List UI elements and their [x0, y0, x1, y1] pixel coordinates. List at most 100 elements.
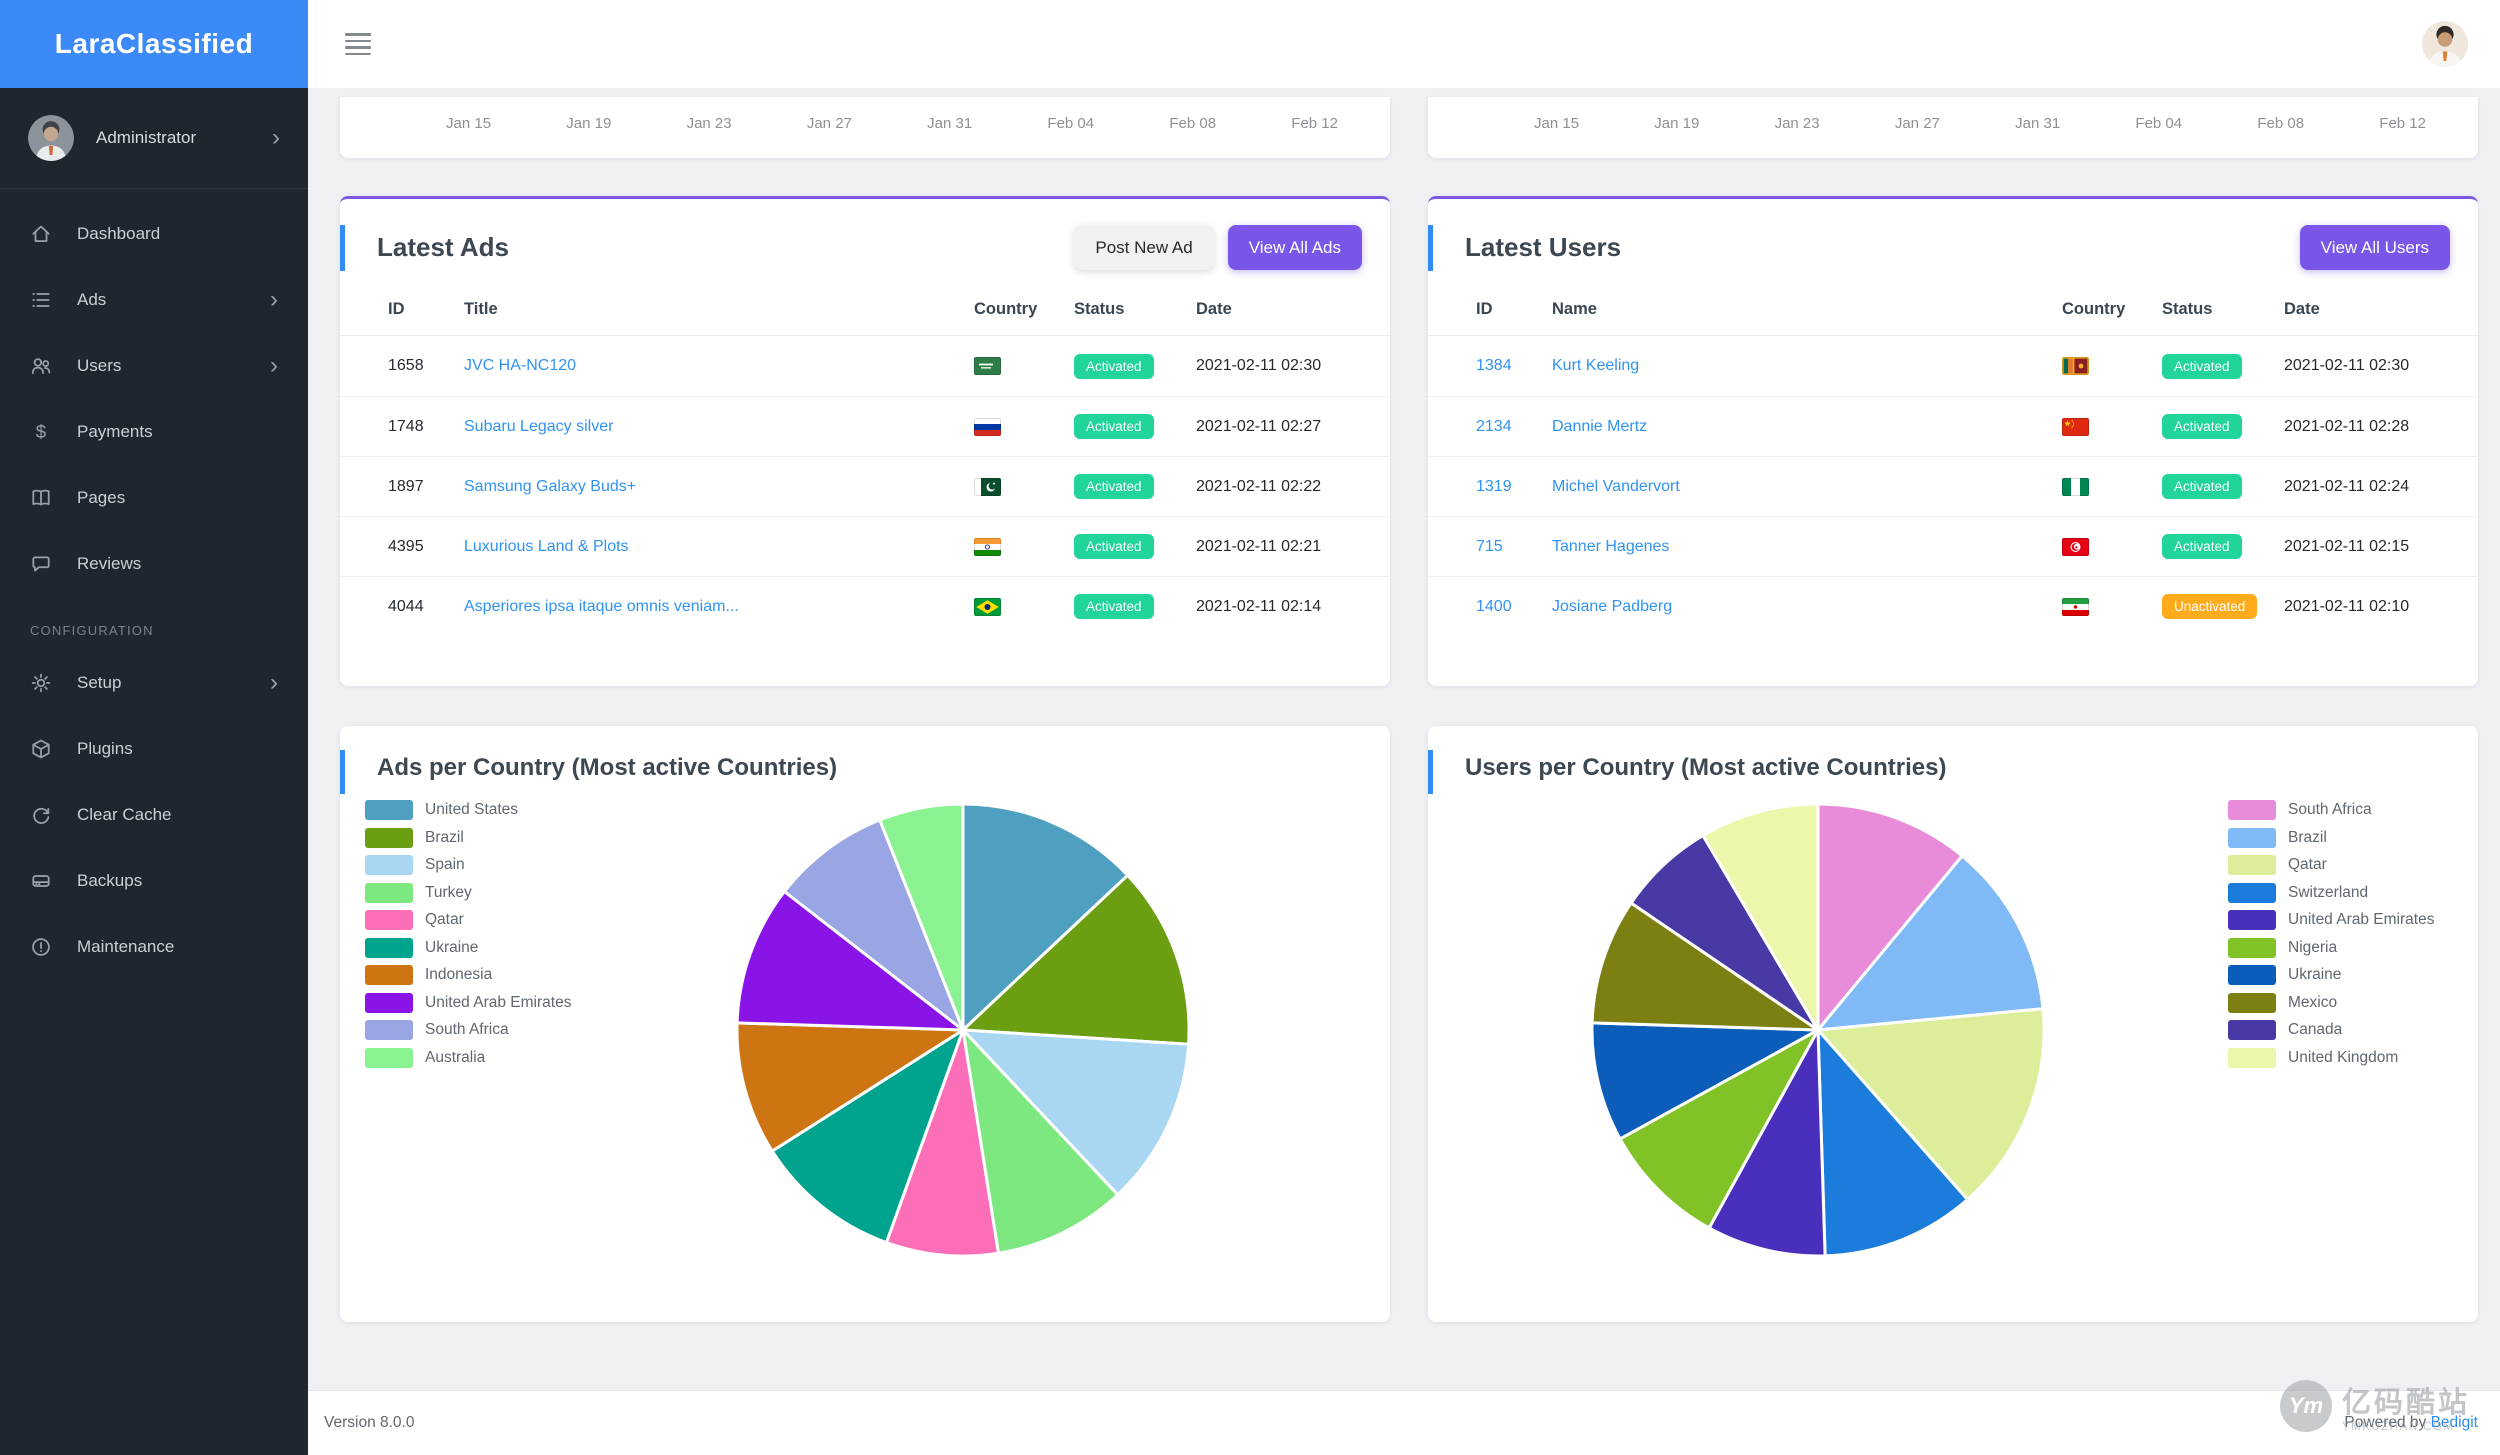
legend-item[interactable]: Turkey [365, 882, 571, 903]
legend-swatch [2228, 800, 2276, 820]
x-axis-tick-label: Feb 04 [2135, 115, 2183, 132]
view-all-users-button[interactable]: View All Users [2299, 225, 2450, 270]
main-area: Jan 15 Jan 19 Jan 23 Jan 27 Jan 31 Feb 04 Feb … [308, 0, 2500, 1455]
powered-by-text: Powered by [2344, 1414, 2427, 1431]
legend-swatch [2228, 827, 2276, 848]
legend-item[interactable]: United States [365, 800, 571, 820]
users-per-country-panel: Users per Country (Most active Countries… [1428, 726, 2478, 1322]
user-id-link[interactable]: 1400 [1476, 598, 1552, 616]
ad-title-link[interactable]: Samsung Galaxy Buds+ [464, 478, 974, 496]
ad-title-link[interactable]: Subaru Legacy silver [464, 418, 974, 436]
user-name-link[interactable]: Tanner Hagenes [1552, 538, 2062, 556]
row-date: 2021-02-11 02:21 [1196, 537, 1322, 555]
legend-item[interactable]: United Kingdom [2228, 1047, 2434, 1068]
topbar [308, 0, 2500, 88]
legend-label: United Arab Emirates [425, 993, 572, 1011]
legend-item[interactable]: Ukraine [2228, 965, 2434, 985]
user-id-link[interactable]: 1384 [1476, 357, 1552, 375]
legend-label: Qatar [2288, 856, 2327, 873]
view-all-ads-button[interactable]: View All Ads [1227, 225, 1362, 270]
legend-item[interactable]: Indonesia [365, 965, 571, 985]
users-table-row: 1319 Michel Vandervort Activated 2021-02-11… [1428, 456, 2478, 516]
legend-item[interactable]: Qatar [2228, 855, 2434, 875]
legend-item[interactable]: South Africa [2228, 800, 2434, 820]
legend-label: Indonesia [425, 966, 493, 983]
legend-swatch [365, 1047, 413, 1068]
sidebar-item-clear-cache[interactable]: Clear Cache [0, 782, 308, 848]
sidebar-admin-row[interactable]: Administrator › [0, 88, 308, 189]
powered-by-link[interactable]: Bedigit [2431, 1414, 2478, 1431]
legend-label: South Africa [2288, 801, 2372, 818]
col-title: Title [464, 300, 498, 318]
legend-swatch [365, 965, 413, 985]
ad-title-link[interactable]: Asperiores ipsa itaque omnis veniam... [464, 598, 974, 616]
title-accent-bar [1428, 750, 1433, 794]
sidebar-item-label: Setup [77, 673, 122, 692]
legend-label: Canada [2288, 1021, 2343, 1038]
legend-item[interactable]: Switzerland [2228, 882, 2434, 903]
sidebar-item-reviews[interactable]: Reviews [0, 531, 308, 597]
sidebar-item-label: Backups [77, 871, 143, 890]
gear-icon [30, 672, 52, 694]
legend-item[interactable]: Mexico [2228, 992, 2434, 1013]
col-id: ID [1476, 300, 1493, 318]
legend-item[interactable]: United Arab Emirates [2228, 910, 2434, 930]
flag-tunisia-icon [2062, 537, 2162, 556]
x-axis-tick-label: Jan 19 [566, 115, 612, 132]
chat-icon [30, 553, 52, 575]
legend-label: Brazil [425, 828, 464, 846]
sidebar-item-pages[interactable]: Pages [0, 465, 308, 531]
legend-label: South Africa [425, 1021, 509, 1038]
users-table-row: 2134 Dannie Mertz Activated 2021-02-11 02:2… [1428, 396, 2478, 456]
flag-india-icon [974, 537, 1074, 556]
legend-item[interactable]: Canada [2228, 1020, 2434, 1040]
status-badge: Activated [2162, 534, 2242, 559]
brand-logo[interactable]: LaraClassified [0, 0, 308, 88]
user-name-link[interactable]: Dannie Mertz [1552, 418, 2062, 436]
user-name-link[interactable]: Kurt Keeling [1552, 357, 2062, 375]
legend-item[interactable]: Ukraine [365, 937, 571, 958]
hamburger-menu-icon[interactable] [345, 33, 371, 55]
user-name-link[interactable]: Michel Vandervort [1552, 478, 2062, 496]
sidebar-item-users[interactable]: Users › [0, 333, 308, 399]
post-new-ad-button[interactable]: Post New Ad [1074, 225, 1214, 270]
sidebar-item-ads[interactable]: Ads › [0, 267, 308, 333]
legend-item[interactable]: Brazil [365, 827, 571, 848]
user-id-link[interactable]: 2134 [1476, 418, 1552, 436]
sidebar-item-setup[interactable]: Setup › [0, 650, 308, 716]
legend-item[interactable]: Nigeria [2228, 937, 2434, 958]
chart-panel-right: Jan 15 Jan 19 Jan 23 Jan 27 Jan 31 Feb 04 Feb … [1428, 97, 2478, 158]
legend-label: Ukraine [2288, 966, 2342, 983]
sidebar-item-backups[interactable]: Backups [0, 848, 308, 914]
sidebar-item-payments[interactable]: $ Payments [0, 399, 308, 465]
sidebar-item-maintenance[interactable]: Maintenance [0, 914, 308, 980]
ads-pie-legend: United States Brazil Spain Turkey Qatar Ukrai… [365, 800, 571, 1068]
user-avatar[interactable] [2422, 21, 2468, 67]
ad-id: 4395 [388, 537, 424, 555]
legend-label: Qatar [425, 911, 464, 928]
x-axis-tick-label: Feb 08 [1169, 115, 1217, 132]
sidebar-item-plugins[interactable]: Plugins [0, 716, 308, 782]
status-badge: Activated [2162, 474, 2242, 499]
sidebar-item-dashboard[interactable]: Dashboard [0, 201, 308, 267]
legend-item[interactable]: Qatar [365, 910, 571, 930]
legend-item[interactable]: Brazil [2228, 827, 2434, 848]
users-pie-chart [1588, 800, 2048, 1260]
sidebar-item-label: Payments [77, 422, 153, 441]
user-id-link[interactable]: 1319 [1476, 478, 1552, 496]
row-date: 2021-02-11 02:22 [1196, 477, 1322, 495]
ad-id: 4044 [388, 597, 424, 615]
legend-item[interactable]: Australia [365, 1047, 571, 1068]
user-name-link[interactable]: Josiane Padberg [1552, 598, 2062, 616]
legend-item[interactable]: United Arab Emirates [365, 992, 572, 1013]
legend-item[interactable]: Spain [365, 855, 571, 875]
users-icon [30, 355, 52, 377]
ad-title-link[interactable]: Luxurious Land & Plots [464, 538, 974, 556]
ad-title-link[interactable]: JVC HA-NC120 [464, 357, 974, 375]
legend-label: Ukraine [425, 938, 479, 956]
ads-table-row: 1897 Samsung Galaxy Buds+ Activated 2021-02… [340, 456, 1390, 516]
legend-item[interactable]: South Africa [365, 1020, 571, 1040]
user-id-link[interactable]: 715 [1476, 538, 1552, 556]
legend-swatch [2228, 1047, 2276, 1068]
legend-swatch [365, 882, 413, 903]
